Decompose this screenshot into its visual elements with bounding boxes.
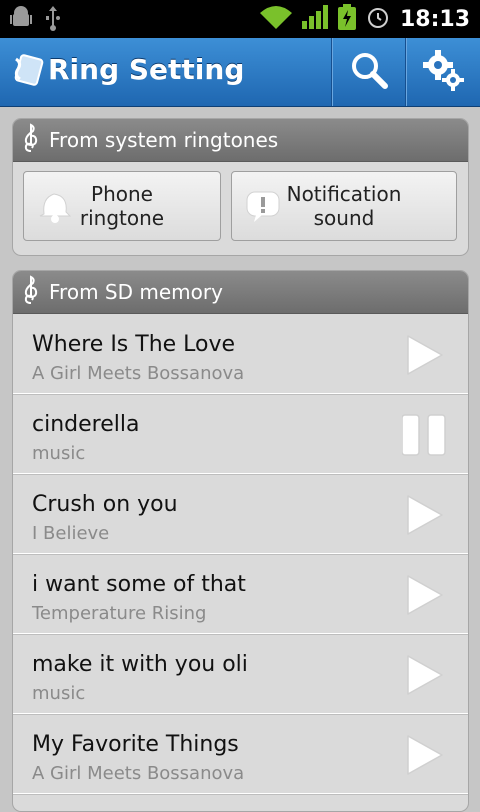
phone-ringtone-label-line2: ringtone xyxy=(79,206,165,230)
pause-icon[interactable] xyxy=(401,413,446,457)
signal-icon xyxy=(301,5,328,33)
notification-sound-label-line1: Notification xyxy=(286,182,402,206)
track-album: A Girl Meets Bossanova xyxy=(32,763,245,784)
track-row[interactable]: make it with you oli music xyxy=(13,634,468,714)
section-title: From system ringtones xyxy=(49,128,279,152)
notification-icon xyxy=(246,188,280,229)
android-debug-icon xyxy=(10,6,32,36)
track-album: Temperature Rising xyxy=(32,603,207,624)
treble-clef-icon xyxy=(13,274,49,310)
track-title: i want some of that xyxy=(32,572,246,597)
system-ringtones-section: From system ringtones Phone ringtone Not… xyxy=(12,118,469,256)
track-album: A Girl Meets Bossanova xyxy=(32,363,245,384)
track-title: cinderella xyxy=(32,412,140,437)
track-album: music xyxy=(32,443,86,464)
notification-sound-label-line2: sound xyxy=(313,206,375,230)
phone-ringtone-label-line1: Phone xyxy=(91,182,153,206)
track-row[interactable]: cinderella music xyxy=(13,394,468,474)
track-row[interactable]: My Favorite Things A Girl Meets Bossanov… xyxy=(13,714,468,794)
notification-sound-button[interactable]: Notification sound xyxy=(231,171,457,241)
play-icon[interactable] xyxy=(402,733,446,777)
play-icon[interactable] xyxy=(402,653,446,697)
play-icon[interactable] xyxy=(402,493,446,537)
section-title: From SD memory xyxy=(49,280,223,304)
track-row[interactable]: Where Is The Love A Girl Meets Bossanova xyxy=(13,314,468,394)
status-time: 18:13 xyxy=(399,6,470,32)
track-title: make it with you oli xyxy=(32,652,248,677)
usb-icon xyxy=(44,6,62,36)
track-title: My Favorite Things xyxy=(32,732,239,757)
treble-clef-icon xyxy=(13,122,49,158)
gear-icon xyxy=(421,48,465,96)
play-icon[interactable] xyxy=(402,573,446,617)
track-title: Where Is The Love xyxy=(32,332,236,357)
track-album: music xyxy=(32,683,86,704)
alarm-icon xyxy=(366,5,390,33)
phone-ringtone-button[interactable]: Phone ringtone xyxy=(23,171,221,241)
track-title: Crush on you xyxy=(32,492,178,517)
section-header: From system ringtones xyxy=(13,119,468,162)
sd-memory-section: From SD memory Where Is The Love A Girl … xyxy=(12,270,469,812)
settings-button[interactable] xyxy=(406,38,479,106)
track-row[interactable]: i want some of that Temperature Rising xyxy=(13,554,468,634)
app-title: Ring Setting xyxy=(48,53,245,86)
search-button[interactable] xyxy=(332,38,405,106)
track-album: I Believe xyxy=(32,523,110,544)
action-bar: Ring Setting xyxy=(0,38,480,107)
app-icon xyxy=(10,53,44,91)
status-bar: 18:13 xyxy=(0,0,480,38)
wifi-icon xyxy=(259,5,292,33)
track-row[interactable]: Crush on you I Believe xyxy=(13,474,468,554)
search-icon xyxy=(349,50,389,94)
play-icon[interactable] xyxy=(402,333,446,377)
bell-icon xyxy=(38,188,72,229)
section-header: From SD memory xyxy=(13,271,468,314)
battery-icon xyxy=(337,4,356,34)
